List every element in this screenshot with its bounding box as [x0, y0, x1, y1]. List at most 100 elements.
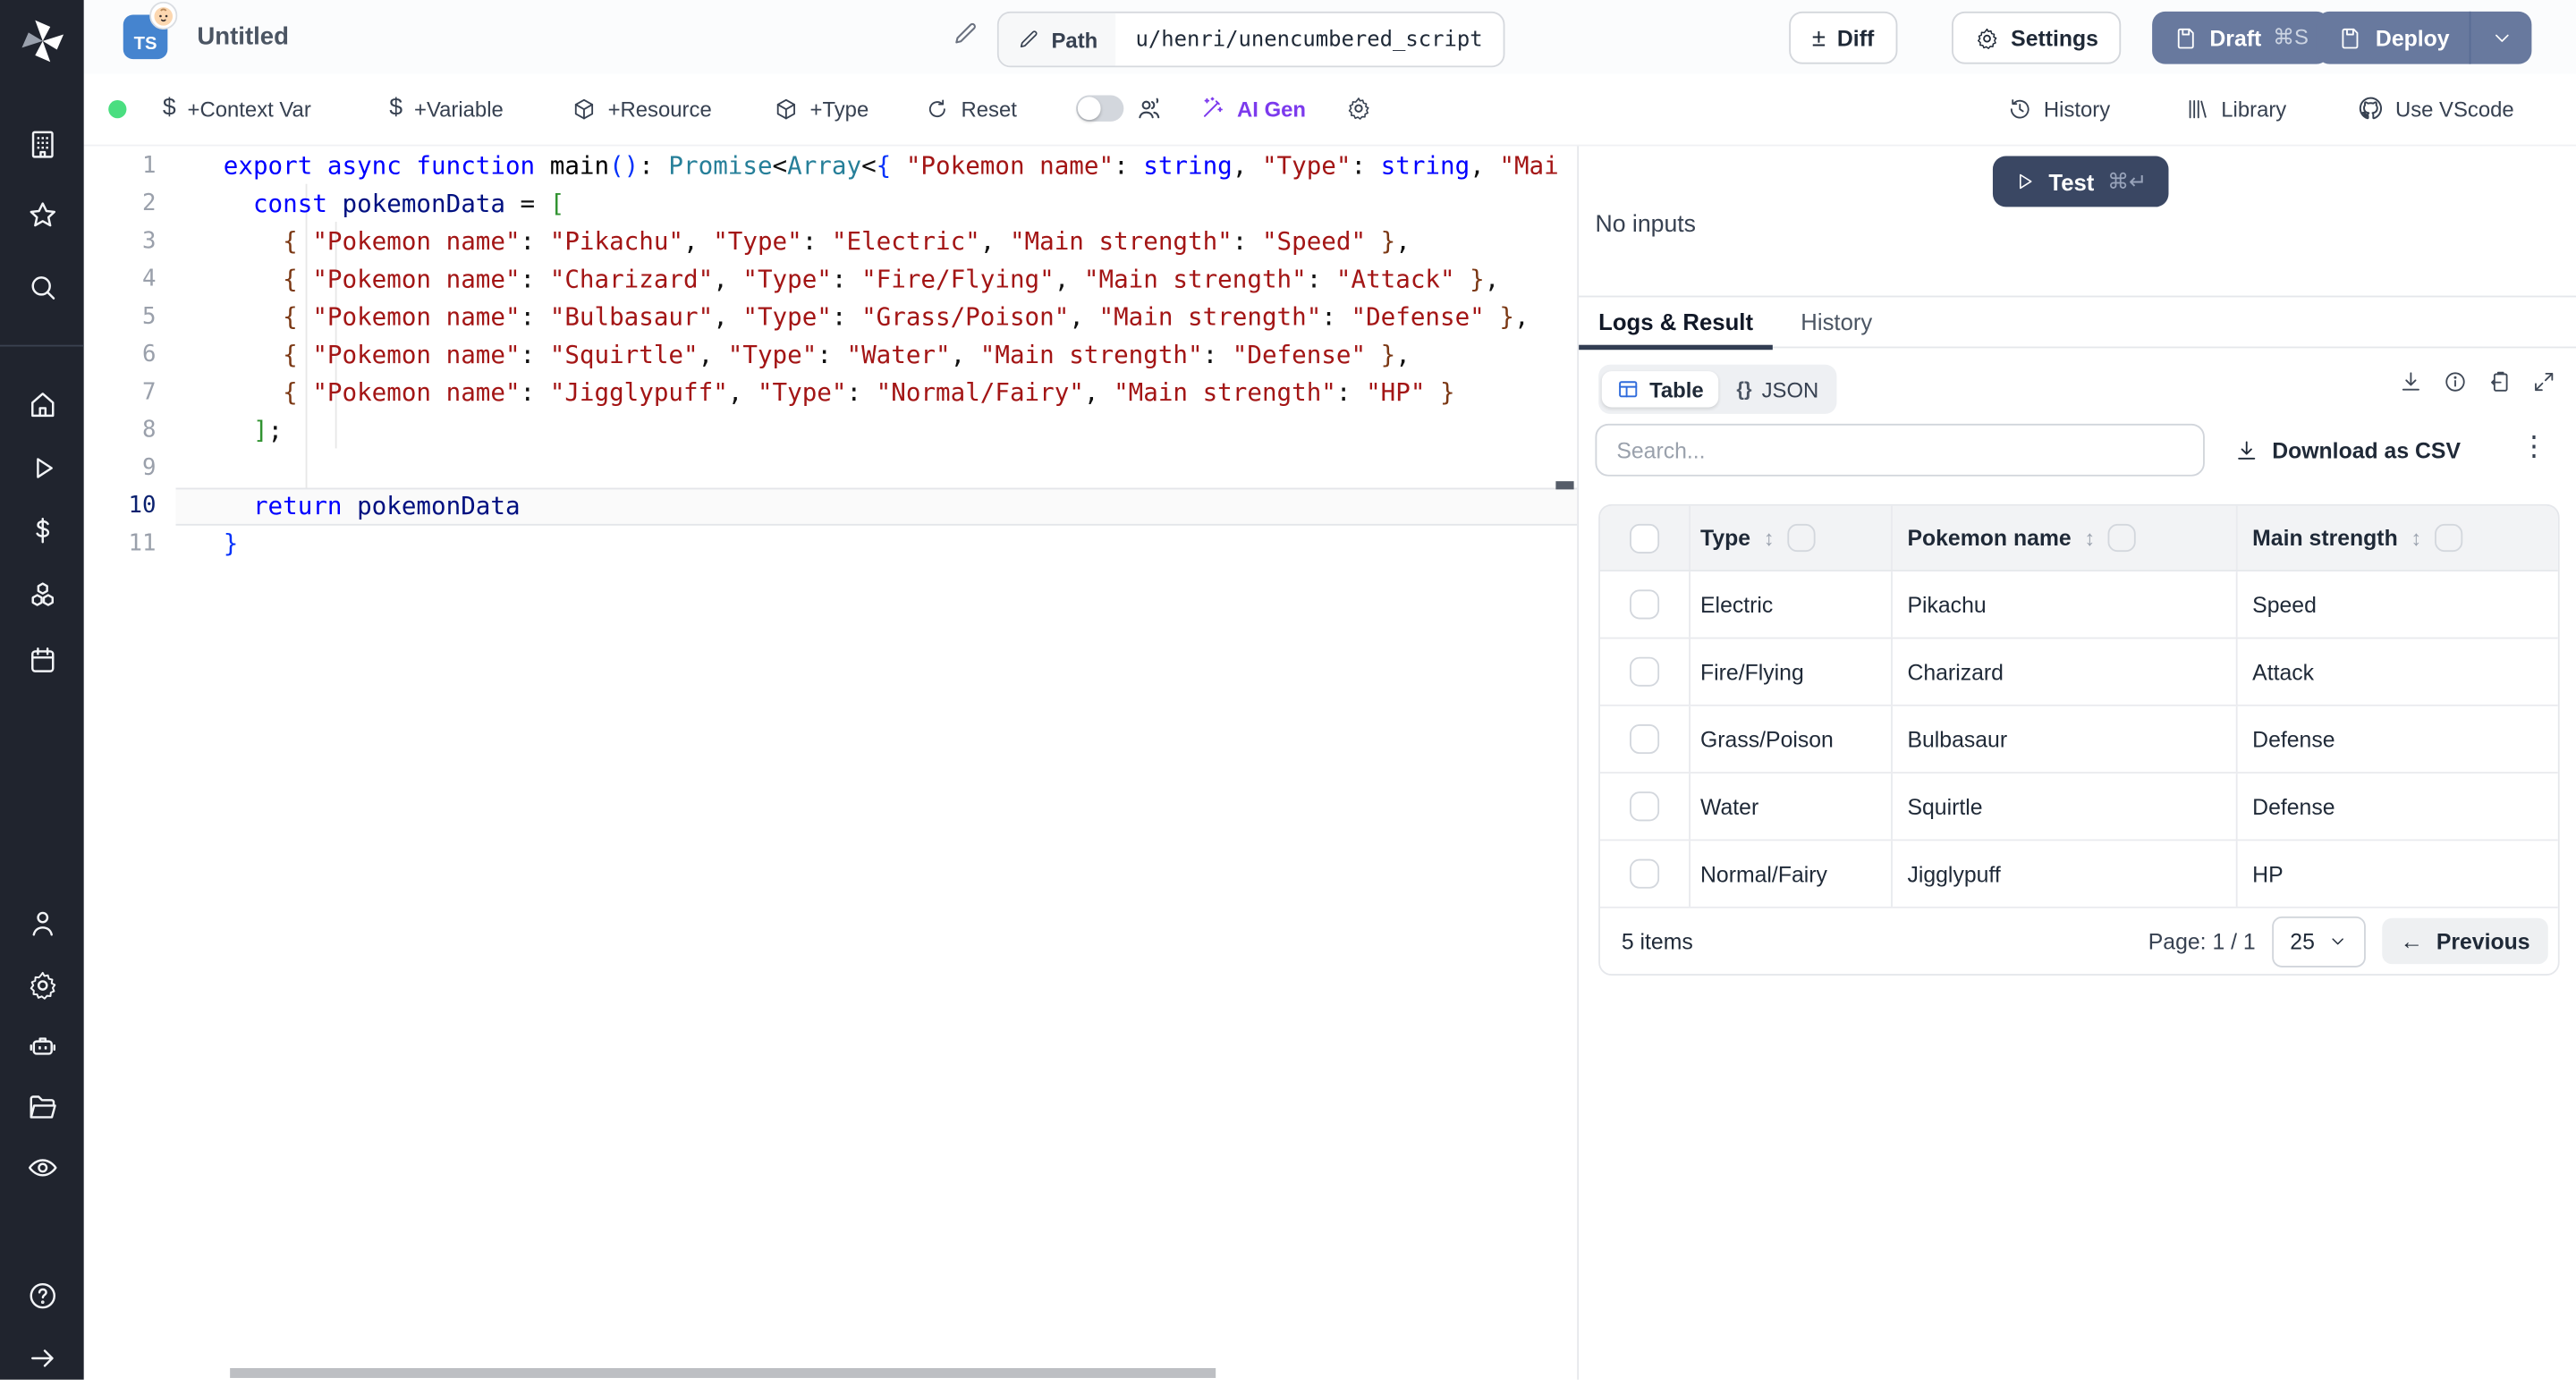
- column-option-box[interactable]: [2108, 524, 2136, 552]
- code-line[interactable]: 11}: [84, 525, 1578, 562]
- view-toggle: Table {} JSON: [1598, 365, 1836, 414]
- download-csv-button[interactable]: Download as CSV: [2234, 430, 2461, 469]
- schedules-icon[interactable]: [0, 632, 84, 688]
- code-line[interactable]: 1export async function main(): Promise<A…: [84, 147, 1578, 184]
- draft-button[interactable]: Draft ⌘S: [2152, 12, 2330, 64]
- multiplayer-users-icon: [1135, 95, 1163, 123]
- code-line[interactable]: 8 ];: [84, 411, 1578, 449]
- row-checkbox[interactable]: [1630, 724, 1659, 754]
- table-row[interactable]: Water Squirtle Defense: [1600, 773, 2558, 841]
- copy-to-clipboard-icon[interactable]: [2487, 369, 2512, 394]
- workspace-icon[interactable]: [0, 116, 84, 172]
- chevron-down-icon: [2328, 931, 2348, 951]
- row-checkbox[interactable]: [1630, 657, 1659, 687]
- view-json-option[interactable]: {} JSON: [1722, 371, 1834, 407]
- code-line[interactable]: 7 { "Pokemon name": "Jigglypuff", "Type"…: [84, 374, 1578, 411]
- users-icon[interactable]: [0, 895, 84, 951]
- tab-logs-result[interactable]: Logs & Result: [1579, 297, 1773, 346]
- download-icon: [2234, 437, 2259, 462]
- code-line[interactable]: 4 { "Pokemon name": "Charizard", "Type":…: [84, 260, 1578, 298]
- play-icon: [2014, 171, 2036, 192]
- sort-icon[interactable]: ↕: [1764, 526, 1775, 551]
- test-button[interactable]: Test ⌘↵: [1993, 156, 2168, 207]
- sort-icon[interactable]: ↕: [2084, 526, 2095, 551]
- line-number: 8: [84, 411, 176, 449]
- add-context-var-button[interactable]: $ +Context Var: [163, 74, 311, 143]
- workers-icon[interactable]: [0, 1018, 84, 1074]
- toggle-switch[interactable]: [1076, 96, 1123, 122]
- expand-sidebar-icon[interactable]: [0, 1331, 84, 1386]
- multiplayer-toggle[interactable]: [1076, 74, 1163, 143]
- settings-icon[interactable]: [0, 958, 84, 1013]
- code-line[interactable]: 3 { "Pokemon name": "Pikachu", "Type": "…: [84, 223, 1578, 260]
- view-table-option[interactable]: Table: [1602, 371, 1718, 407]
- table-row[interactable]: Normal/Fairy Jigglypuff HP: [1600, 841, 2558, 908]
- more-options-kebab-icon[interactable]: ⋮: [2521, 430, 2548, 463]
- code-line[interactable]: 6 { "Pokemon name": "Squirtle", "Type": …: [84, 336, 1578, 374]
- column-option-box[interactable]: [2435, 524, 2462, 552]
- windmill-logo[interactable]: [0, 13, 84, 69]
- reset-button[interactable]: Reset: [925, 74, 1017, 143]
- info-icon[interactable]: [2443, 369, 2468, 394]
- table-row[interactable]: Electric Pikachu Speed: [1600, 571, 2558, 638]
- folders-icon[interactable]: [0, 1079, 84, 1135]
- add-variable-button[interactable]: $ +Variable: [389, 74, 503, 143]
- sort-icon[interactable]: ↕: [2411, 526, 2421, 551]
- download-icon[interactable]: [2399, 369, 2424, 394]
- path-field[interactable]: Path u/henri/unencumbered_script: [997, 12, 1504, 67]
- code-editor[interactable]: 1export async function main(): Promise<A…: [84, 145, 1578, 1380]
- package-icon: [572, 96, 597, 121]
- panel-divider[interactable]: [1577, 145, 1579, 1380]
- column-header-type[interactable]: Type: [1700, 526, 1750, 551]
- sidebar: [0, 0, 84, 1380]
- table-header: Type ↕ Pokemon name ↕ Main strength ↕: [1600, 506, 2558, 571]
- deploy-dropdown-button[interactable]: [2470, 26, 2531, 49]
- help-icon[interactable]: [0, 1268, 84, 1323]
- deploy-button[interactable]: Deploy: [2317, 12, 2532, 64]
- code-line[interactable]: 10 return pokemonData: [84, 487, 1578, 525]
- line-number: 4: [84, 260, 176, 298]
- runs-icon[interactable]: [0, 440, 84, 495]
- edit-summary-pencil-icon[interactable]: [951, 20, 979, 47]
- search-icon[interactable]: [0, 259, 84, 315]
- expand-icon[interactable]: [2531, 369, 2556, 394]
- previous-page-button[interactable]: ← Previous: [2382, 918, 2548, 964]
- pencil-icon: [1017, 28, 1040, 51]
- column-header-main-strength[interactable]: Main strength: [2252, 526, 2398, 551]
- column-header-pokemon-name[interactable]: Pokemon name: [1907, 526, 2071, 551]
- code-text: [176, 449, 1578, 486]
- table-row[interactable]: Fire/Flying Charizard Attack: [1600, 638, 2558, 706]
- audit-eye-icon[interactable]: [0, 1140, 84, 1196]
- search-input[interactable]: [1595, 424, 2204, 477]
- table-row[interactable]: Grass/Poison Bulbasaur Defense: [1600, 706, 2558, 773]
- variables-icon[interactable]: [0, 503, 84, 558]
- code-text: ];: [176, 411, 1578, 449]
- row-checkbox[interactable]: [1630, 791, 1659, 821]
- column-option-box[interactable]: [1787, 524, 1815, 552]
- use-vscode-button[interactable]: Use VScode: [2358, 74, 2514, 143]
- resources-icon[interactable]: [0, 569, 84, 624]
- add-type-button[interactable]: +Type: [774, 74, 869, 143]
- code-text: { "Pokemon name": "Bulbasaur", "Type": "…: [176, 298, 1578, 335]
- editor-horizontal-scrollbar[interactable]: [230, 1368, 1216, 1378]
- diff-button[interactable]: ± Diff: [1789, 12, 1897, 64]
- row-checkbox[interactable]: [1630, 859, 1659, 889]
- code-line[interactable]: 2 const pokemonData = [: [84, 185, 1578, 223]
- ai-gen-button[interactable]: AI Gen: [1199, 74, 1306, 143]
- dollar-icon: $: [163, 96, 176, 122]
- settings-button[interactable]: Settings: [1952, 12, 2122, 64]
- library-button[interactable]: Library: [2185, 74, 2286, 143]
- tab-history[interactable]: History: [1781, 297, 1892, 346]
- code-line[interactable]: 5 { "Pokemon name": "Bulbasaur", "Type":…: [84, 298, 1578, 335]
- favorites-icon[interactable]: [0, 187, 84, 242]
- select-all-checkbox[interactable]: [1630, 523, 1659, 553]
- history-button[interactable]: History: [2007, 74, 2110, 143]
- page-size-select[interactable]: 25: [2272, 916, 2366, 967]
- line-number: 9: [84, 449, 176, 486]
- row-checkbox[interactable]: [1630, 589, 1659, 619]
- add-resource-button[interactable]: +Resource: [572, 74, 712, 143]
- home-icon[interactable]: [0, 376, 84, 432]
- editor-settings-gear[interactable]: [1345, 74, 1371, 143]
- code-line[interactable]: 9: [84, 449, 1578, 486]
- line-number: 1: [84, 147, 176, 184]
